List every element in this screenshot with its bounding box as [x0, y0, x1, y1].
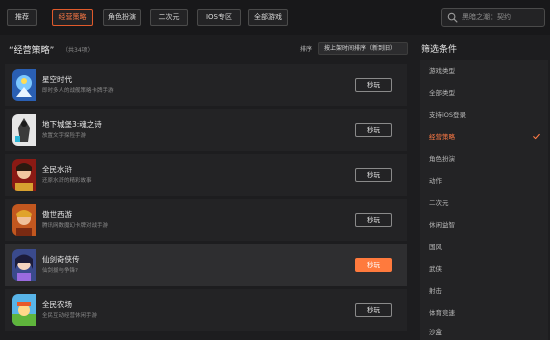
game-desc: 腾讯网数魔幻卡牌对战手游	[42, 223, 109, 229]
filter-item-all-types[interactable]: 全部类型	[420, 82, 548, 104]
filter-panel: 筛选条件 游戏类型 全部类型 支持iOS登录 经营策略 角色扮演 动作 二次元 …	[418, 35, 550, 340]
game-name: 全民水浒	[42, 165, 72, 174]
game-list-panel: “经营策略” （共34项） 排序 按上架时间排序（新到旧） 星空时代 即时多人的…	[0, 35, 412, 340]
sword-fairy-icon	[12, 249, 44, 281]
game-desc: 仙剑拔与争锋?	[42, 268, 78, 274]
filter-item-wuxia[interactable]: 武侠	[420, 258, 548, 280]
filter-item-sandbox[interactable]: 沙盒	[420, 324, 548, 340]
check-icon	[533, 133, 540, 140]
filter-item-roleplay[interactable]: 角色扮演	[420, 148, 548, 170]
game-desc: 即时多人的战舰策略卡牌手游	[42, 88, 114, 94]
starship-icon	[12, 69, 44, 101]
sort-dropdown[interactable]: 按上架时间排序（新到旧）	[318, 42, 408, 55]
search-placeholder: 黑暗之潮：契约	[462, 13, 511, 21]
filter-item-casual[interactable]: 休闲益智	[420, 214, 548, 236]
game-desc: 放置文字探险手游	[42, 133, 87, 139]
search-icon	[447, 12, 458, 23]
tab-roleplay[interactable]: 角色扮演	[103, 9, 141, 26]
filter-item-shooter[interactable]: 射击	[420, 280, 548, 302]
game-name: 仙剑奇侠传	[42, 255, 80, 264]
tab-ios[interactable]: IOS专区	[197, 9, 241, 26]
game-desc: 全民互动经营休闲手游	[42, 313, 98, 319]
filter-item-sports-racing[interactable]: 体育竞速	[420, 302, 548, 324]
dungeon-icon	[12, 114, 44, 146]
game-row[interactable]: 全民农场 全民互动经营休闲手游 秒玩	[5, 289, 407, 331]
top-bar: 推荐 经营策略 角色扮演 二次元 IOS专区 全部游戏 黑暗之潮：契约	[0, 0, 550, 35]
filter-item-action[interactable]: 动作	[420, 170, 548, 192]
farm-icon	[12, 294, 44, 326]
list-heading: “经营策略”	[9, 46, 55, 56]
game-name: 地下城堡3:魂之诗	[42, 120, 102, 129]
game-name: 星空时代	[42, 75, 72, 84]
filter-item-strategy[interactable]: 经营策略	[420, 126, 548, 148]
filter-list: 游戏类型 全部类型 支持iOS登录 经营策略 角色扮演 动作 二次元 休闲益智 …	[420, 60, 548, 340]
filter-item-ios-login[interactable]: 支持iOS登录	[420, 104, 548, 126]
play-button[interactable]: 秒玩	[355, 258, 392, 272]
game-row[interactable]: 地下城堡3:魂之诗 放置文字探险手游 秒玩	[5, 109, 407, 151]
tab-recommend[interactable]: 推荐	[7, 9, 37, 26]
sort-label: 排序	[300, 46, 313, 53]
play-button[interactable]: 秒玩	[355, 168, 392, 182]
tab-anime[interactable]: 二次元	[150, 9, 188, 26]
filter-item-label: 经营策略	[429, 133, 455, 141]
play-button[interactable]: 秒玩	[355, 78, 392, 92]
tab-all-games[interactable]: 全部游戏	[248, 9, 288, 26]
filter-title: 筛选条件	[421, 45, 458, 55]
game-desc: 还原水浒的精彩故事	[42, 178, 92, 184]
tab-strategy[interactable]: 经营策略	[52, 9, 93, 26]
play-button[interactable]: 秒玩	[355, 303, 392, 317]
game-name: 全民农场	[42, 300, 72, 309]
game-row[interactable]: 傲世西游 腾讯网数魔幻卡牌对战手游 秒玩	[5, 199, 407, 241]
play-button[interactable]: 秒玩	[355, 213, 392, 227]
game-row[interactable]: 全民水浒 还原水浒的精彩故事 秒玩	[5, 154, 407, 196]
filter-header-game-type: 游戏类型	[429, 67, 455, 75]
play-button[interactable]: 秒玩	[355, 123, 392, 137]
journey-icon	[12, 204, 44, 236]
search-input[interactable]: 黑暗之潮：契约	[441, 8, 545, 27]
list-count: （共34项）	[62, 47, 94, 54]
filter-item-guofeng[interactable]: 国风	[420, 236, 548, 258]
hero-icon	[12, 159, 44, 191]
game-name: 傲世西游	[42, 210, 72, 219]
game-row[interactable]: 星空时代 即时多人的战舰策略卡牌手游 秒玩	[5, 64, 407, 106]
filter-item-anime[interactable]: 二次元	[420, 192, 548, 214]
game-row[interactable]: 仙剑奇侠传 仙剑拔与争锋? 秒玩	[5, 244, 407, 286]
